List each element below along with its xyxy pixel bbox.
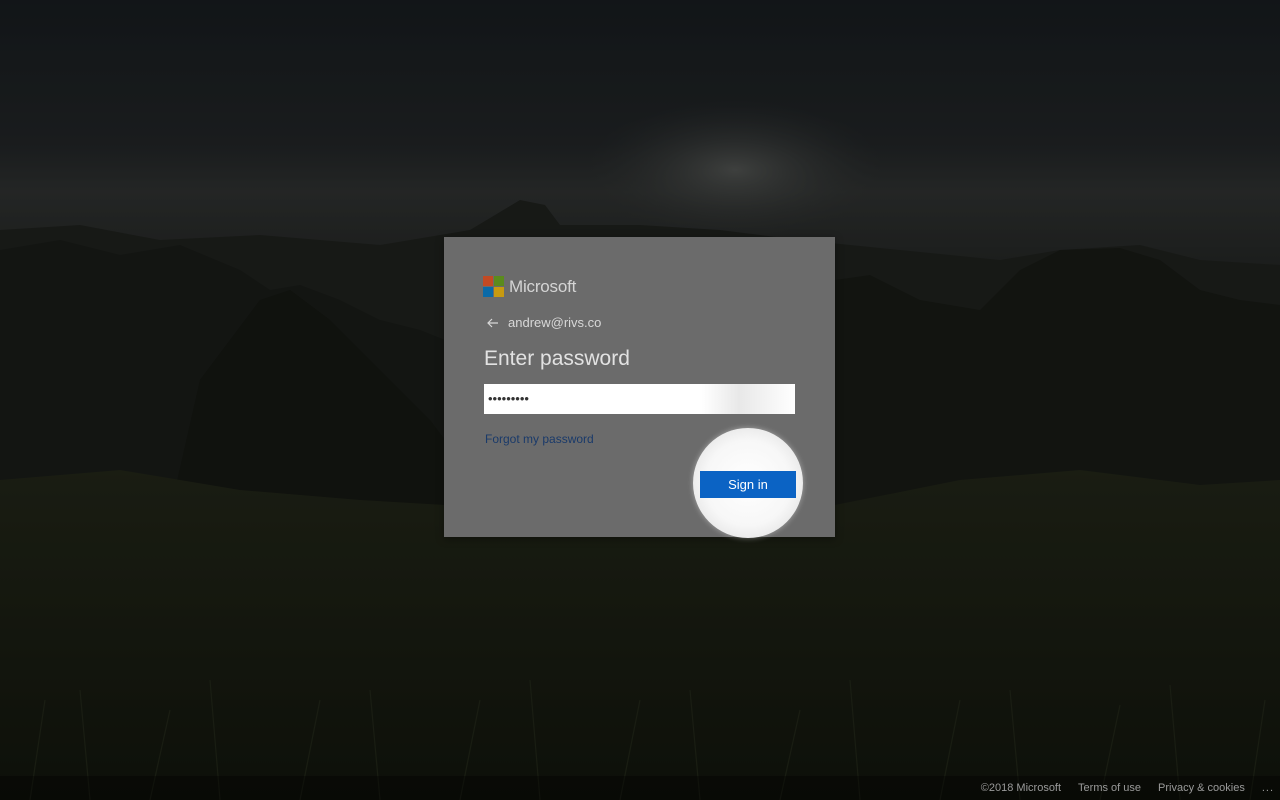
sign-in-button[interactable]: Sign in [700,471,796,498]
identity-email: andrew@rivs.co [508,315,602,330]
logo-square-green [494,276,504,286]
footer-more-icon[interactable]: ... [1262,782,1274,794]
page-title: Enter password [484,347,630,370]
identity-banner[interactable]: andrew@rivs.co [486,315,601,330]
brand-name: Microsoft [509,276,577,296]
forgot-password-link[interactable]: Forgot my password [485,432,594,446]
logo-square-yellow [494,287,504,297]
microsoft-windows-icon [483,276,504,297]
microsoft-logo: Microsoft [483,276,576,297]
footer-copyright: ©2018 Microsoft [980,782,1062,794]
password-input[interactable]: ••••••••• [484,384,795,414]
arrow-left-icon[interactable] [486,316,500,330]
footer-terms-link[interactable]: Terms of use [1078,782,1141,794]
logo-square-red [483,276,493,286]
logo-square-blue [483,287,493,297]
footer-privacy-link[interactable]: Privacy & cookies [1158,782,1245,794]
footer: ©2018 Microsoft Terms of use Privacy & c… [0,776,1280,800]
